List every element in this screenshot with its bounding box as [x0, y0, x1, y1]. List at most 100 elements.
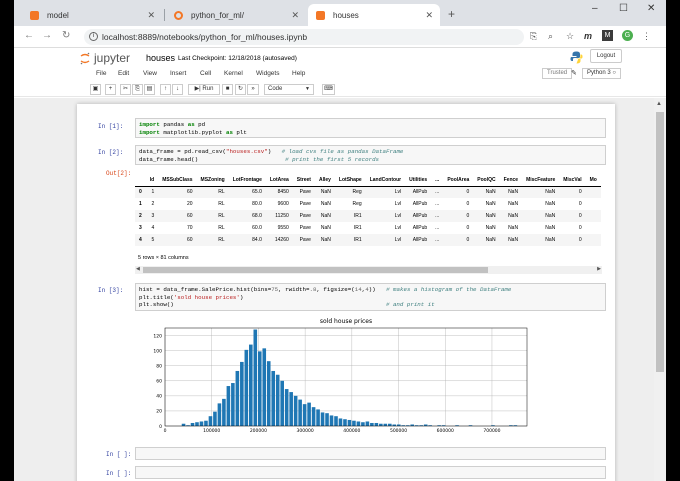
interrupt-icon[interactable]: ■	[222, 84, 233, 95]
new-tab-button[interactable]: +	[448, 7, 455, 21]
forward-arrow-icon[interactable]: →	[42, 30, 52, 41]
histogram-bar	[370, 422, 374, 426]
cell-prompt: In [ ]:	[106, 451, 132, 458]
move-down-icon[interactable]: ↓	[172, 84, 183, 95]
tab-label: python_for_ml/	[191, 10, 244, 20]
table-cell: Lvl	[394, 201, 402, 207]
more-menu-icon[interactable]: ⋮	[642, 31, 651, 42]
table-cell: Pave	[292, 210, 315, 222]
notebook-name[interactable]: houses	[146, 53, 175, 63]
menu-kernel[interactable]: Kernel	[224, 70, 243, 77]
scrollbar-thumb[interactable]	[143, 267, 488, 273]
histogram-bar	[365, 421, 370, 426]
scroll-left-icon[interactable]: ◀	[136, 266, 140, 272]
histogram-bar	[311, 407, 316, 426]
tab-houses[interactable]: houses ✕	[308, 4, 440, 26]
table-row: 3 4 70 RL 60.0 9550 Pave NaN IR1 Lvl AllPub... 0 NaN…	[135, 222, 601, 234]
command-palette-icon[interactable]: ⌨	[322, 84, 335, 95]
table-cell: IR1	[334, 210, 366, 222]
scrollbar-thumb[interactable]	[656, 112, 664, 372]
histogram-bar	[352, 420, 356, 426]
empty-code-cell[interactable]	[135, 447, 606, 460]
close-tab-icon[interactable]: ✕	[425, 10, 433, 21]
extension-m-icon[interactable]: m	[584, 31, 592, 41]
menu-help[interactable]: Help	[292, 70, 305, 77]
table-cell: 5	[145, 234, 159, 246]
save-icon[interactable]: ▣	[90, 84, 101, 95]
table-cell: NaN	[545, 201, 556, 207]
run-button[interactable]: ▶| Run	[188, 84, 220, 95]
table-cell: NaN	[499, 186, 523, 198]
scroll-right-icon[interactable]: ▶	[597, 266, 601, 272]
histogram-bar	[329, 415, 334, 426]
translate-icon[interactable]: ⎘	[530, 31, 537, 42]
column-header: MSSubClass	[158, 174, 197, 187]
menu-insert[interactable]: Insert	[170, 70, 186, 77]
vertical-scrollbar[interactable]: ▲	[654, 98, 666, 481]
scroll-up-icon[interactable]: ▲	[656, 101, 662, 107]
empty-code-cell[interactable]	[135, 466, 606, 479]
bookmark-star-icon[interactable]: ☆	[566, 31, 574, 42]
logout-button[interactable]: Logout	[590, 49, 622, 63]
histogram-bar	[298, 399, 302, 426]
table-cell: 1	[145, 186, 159, 198]
restart-run-all-icon[interactable]: »	[247, 84, 259, 95]
table-cell: NaN	[545, 225, 556, 231]
column-header: Utilities	[405, 174, 432, 187]
checkpoint-status: Last Checkpoint: 12/18/2018 (autosaved)	[178, 55, 297, 62]
url-input[interactable]: i localhost:8889/notebooks/python_for_ml…	[84, 29, 524, 45]
table-cell: 9600	[277, 201, 289, 207]
table-cell: ...	[431, 234, 444, 246]
table-cell: AllPub	[412, 225, 428, 231]
histogram-bar	[275, 374, 280, 426]
table-cell: 0	[443, 186, 474, 198]
cell-type-select[interactable]: Code ▼	[264, 84, 314, 95]
insert-cell-icon[interactable]: +	[105, 84, 116, 95]
menu-widgets[interactable]: Widgets	[256, 70, 279, 77]
zoom-icon[interactable]: ⌕	[548, 31, 553, 42]
table-cell: NaN	[320, 225, 331, 231]
menu-view[interactable]: View	[143, 70, 157, 77]
minimize-button[interactable]: –	[592, 3, 598, 14]
info-icon[interactable]: i	[89, 32, 98, 41]
close-tab-icon[interactable]: ✕	[291, 10, 299, 21]
menu-edit[interactable]: Edit	[118, 70, 129, 77]
menu-cell[interactable]: Cell	[200, 70, 211, 77]
table-cell: 68.0	[228, 210, 266, 222]
copy-icon[interactable]: ⎘	[132, 84, 143, 95]
cell-prompt: In [1]:	[98, 123, 124, 130]
code-cell-histogram[interactable]: hist = data_frame.SalePrice.hist(bins=75…	[135, 283, 606, 311]
close-tab-icon[interactable]: ✕	[147, 10, 155, 21]
paste-icon[interactable]: ▤	[144, 84, 155, 95]
cut-icon[interactable]: ✂	[120, 84, 131, 95]
row-index: 1	[139, 201, 142, 207]
code-cell-read-csv[interactable]: data_frame = pd.read_csv("houses.csv") #…	[135, 145, 606, 165]
back-arrow-icon[interactable]: ←	[24, 30, 34, 41]
trusted-indicator[interactable]: Trusted	[542, 68, 573, 79]
table-cell: Pave	[292, 234, 315, 246]
histogram-bar	[289, 392, 293, 426]
maximize-button[interactable]: ☐	[619, 3, 628, 14]
move-up-icon[interactable]: ↑	[160, 84, 171, 95]
reload-icon[interactable]: ↻	[62, 30, 70, 41]
tab-model[interactable]: model ✕	[22, 4, 162, 26]
table-cell: 9550	[277, 225, 289, 231]
table-cell: NaN	[473, 234, 500, 246]
code-cell-imports[interactable]: import pandas as pd import matplotlib.py…	[135, 118, 606, 138]
table-cell: 0	[443, 234, 474, 246]
extension-mw-icon[interactable]: M	[602, 30, 613, 41]
restart-icon[interactable]: ↻	[235, 84, 246, 95]
screen: model ✕ python_for_ml/ ✕ houses ✕ + – ☐ …	[0, 0, 680, 481]
menu-file[interactable]: File	[96, 70, 106, 77]
menubar: File Edit View Insert Cell Kernel Widget…	[14, 68, 666, 81]
horizontal-scrollbar[interactable]: ◀ ▶	[135, 266, 602, 274]
column-header: MiscVal	[559, 174, 586, 187]
profile-avatar[interactable]: G	[622, 30, 633, 41]
table-row: 4 5 60 RL 84.0 14260 Pave NaN IR1 Lvl AllPub... 0 Na…	[135, 234, 601, 246]
column-header: LotArea	[265, 174, 293, 187]
table-cell: 70	[186, 225, 193, 231]
jupyter-logo-icon	[80, 52, 90, 65]
close-window-button[interactable]: ✕	[647, 3, 655, 14]
tab-python-for-ml[interactable]: python_for_ml/ ✕	[166, 4, 306, 26]
column-header: LotShape	[334, 174, 366, 187]
